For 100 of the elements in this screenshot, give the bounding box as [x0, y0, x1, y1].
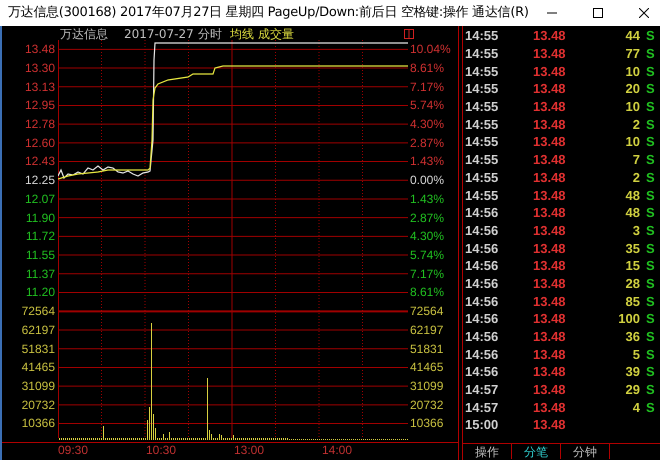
panel-tab[interactable]: 分钟	[561, 444, 610, 459]
percent-axis-label: 2.87%	[410, 136, 444, 149]
percent-axis-label: 1.43%	[410, 155, 444, 168]
tick-side: S	[646, 330, 655, 344]
tick-volume: 29	[626, 383, 640, 396]
tick-side: S	[646, 153, 655, 166]
close-icon[interactable]	[638, 8, 649, 18]
tick-side: S	[646, 400, 655, 414]
volume-axis-label: 51831	[410, 342, 444, 355]
tick-volume: 77	[626, 47, 640, 60]
tick-volume: 28	[626, 276, 640, 290]
volume-axis-label: 51831	[22, 342, 55, 355]
tick-price: 13.48	[533, 29, 567, 42]
volume-axis-label: 31099	[22, 380, 55, 392]
window-title: 万达信息(300168) 2017年07月27日 星期四 PageUp/Down:前后日 空格键:操作 通达信(R)	[8, 4, 529, 22]
volume-axis-label: 41465	[410, 361, 444, 374]
tick-time: 14:55	[464, 118, 500, 131]
tick-time: 14:56	[464, 330, 500, 344]
tick-side: S	[646, 29, 655, 42]
percent-axis-label: 2.87%	[410, 212, 444, 224]
time-axis-label: 14:00	[322, 443, 352, 458]
tick-side: S	[646, 82, 655, 96]
tick-time: 14:56	[464, 206, 500, 220]
tick-volume: 35	[626, 242, 640, 255]
tick-side: S	[646, 170, 655, 184]
tick-side: S	[646, 64, 655, 78]
tick-price: 13.48	[533, 276, 567, 290]
tick-time: 14:56	[464, 348, 500, 361]
tick-side: S	[646, 294, 655, 308]
maximize-icon[interactable]	[592, 8, 603, 18]
price-axis-label: 11.72	[26, 230, 55, 242]
tick-side: S	[646, 47, 655, 60]
panel-tab[interactable]: 操作	[463, 444, 512, 459]
tick-price: 13.48	[533, 47, 567, 60]
tick-price: 13.48	[533, 418, 567, 432]
price-axis-label: 12.43	[24, 155, 55, 168]
tick-time: 14:55	[464, 29, 500, 42]
tick-price: 13.48	[533, 242, 567, 255]
tick-side: S	[646, 118, 655, 131]
tick-time: 14:57	[464, 400, 500, 414]
percent-axis-label: 10.04%	[410, 43, 451, 56]
price-axis-label: 12.07	[24, 192, 55, 205]
tick-price: 13.48	[533, 365, 567, 378]
tick-side: S	[646, 259, 655, 272]
tick-volume: 100	[618, 312, 640, 326]
price-axis-label: 13.30	[24, 62, 55, 74]
tick-volume: 36	[626, 330, 640, 344]
price-axis-label: 12.95	[24, 99, 55, 112]
volume-axis-label: 10366	[22, 417, 55, 430]
tick-volume: 39	[626, 365, 640, 378]
tick-side: S	[646, 312, 655, 326]
tick-time: 14:55	[464, 64, 500, 78]
percent-axis-label: 7.17%	[410, 80, 444, 93]
volume-axis-label: 62197	[410, 324, 444, 336]
percent-axis-label: 4.30%	[410, 118, 444, 130]
tick-side: S	[646, 365, 655, 378]
tick-side: S	[646, 276, 655, 290]
tick-time: 14:56	[464, 242, 500, 255]
price-axis-label: 11.37	[26, 268, 55, 280]
price-axis-label: 12.78	[24, 118, 55, 130]
tick-time: 14:56	[464, 259, 500, 272]
price-axis-label: 13.48	[24, 43, 55, 56]
panel-tab[interactable]: 分笔	[512, 444, 561, 459]
percent-axis-label: 5.74%	[410, 99, 444, 112]
volume-axis-label: 41465	[22, 361, 55, 374]
panel-toggle-icon[interactable]	[404, 29, 414, 39]
volume-axis-label: 20732	[410, 398, 444, 411]
tick-volume: 2	[632, 170, 640, 184]
tick-time: 14:55	[464, 135, 500, 148]
price-axis-label: 11.55	[26, 248, 55, 261]
tick-volume: 48	[626, 188, 640, 202]
price-axis-label: 11.20	[26, 286, 55, 298]
tick-price: 13.48	[533, 224, 567, 237]
tick-volume: 4	[632, 400, 640, 414]
tick-price: 13.48	[533, 400, 567, 414]
tick-side: S	[646, 348, 655, 361]
percent-axis-label: 5.74%	[410, 248, 444, 261]
tick-price: 13.48	[533, 294, 567, 308]
tick-price: 13.48	[533, 259, 567, 272]
percent-axis-label: 4.30%	[410, 230, 444, 242]
tick-volume: 15	[626, 259, 640, 272]
tick-price: 13.48	[533, 206, 567, 220]
tick-time: 14:55	[464, 47, 500, 60]
tick-side: S	[646, 135, 655, 148]
volume-axis-label: 20732	[22, 398, 55, 411]
tick-time: 14:55	[464, 82, 500, 96]
price-axis-label: 12.25	[24, 174, 55, 186]
tick-price: 13.48	[533, 383, 567, 396]
volume-axis-label: 10366	[410, 417, 444, 430]
price-axis-label: 11.90	[26, 212, 55, 224]
tick-side: S	[646, 188, 655, 202]
tick-time: 15:00	[464, 418, 500, 432]
tick-price: 13.48	[533, 170, 567, 184]
tick-volume: 3	[632, 224, 640, 237]
tick-side: S	[646, 242, 655, 255]
tick-side: S	[646, 206, 655, 220]
tick-volume: 10	[626, 64, 640, 78]
percent-axis-label: 0.00%	[410, 174, 444, 186]
percent-axis-label: 7.17%	[410, 268, 444, 280]
time-axis-label: 09:30	[58, 443, 88, 458]
